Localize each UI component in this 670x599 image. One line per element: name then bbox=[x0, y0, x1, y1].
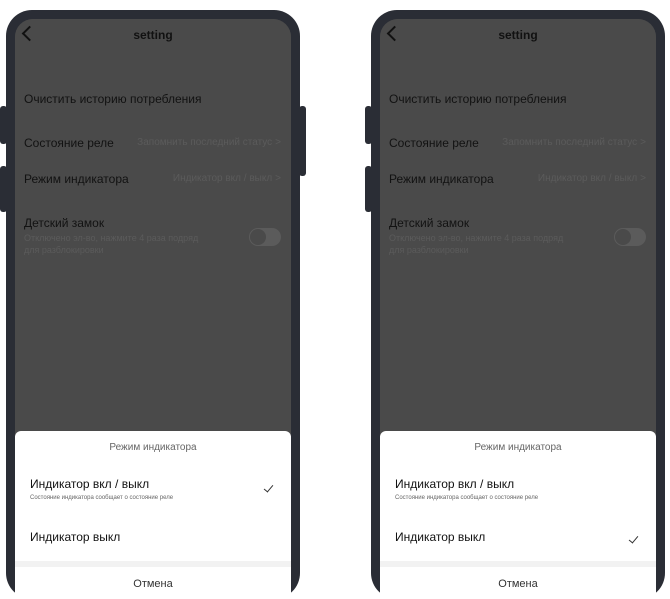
chevron-right-icon: > bbox=[640, 173, 646, 184]
screen: setting Очистить историю потребления Сос… bbox=[380, 19, 656, 599]
side-button bbox=[365, 106, 372, 144]
check-icon bbox=[263, 482, 274, 493]
indicator-mode-item[interactable]: Режим индикатора Индикатор вкл / выкл > bbox=[24, 172, 281, 186]
chevron-right-icon: > bbox=[275, 137, 281, 148]
relay-state-value: Запомнить последний статус > bbox=[137, 137, 281, 148]
divider bbox=[380, 561, 656, 567]
relay-state-value-text: Запомнить последний статус bbox=[502, 137, 638, 148]
relay-state-label: Состояние реле bbox=[389, 136, 479, 150]
child-lock-description-line: Отключено эл-во, нажмите 4 раза подряд bbox=[389, 233, 564, 243]
relay-state-item[interactable]: Состояние реле Запомнить последний стату… bbox=[24, 136, 281, 150]
child-lock-description: Отключено эл-во, нажмите 4 раза подряд д… bbox=[389, 232, 599, 256]
side-button bbox=[365, 166, 372, 212]
page-title: setting bbox=[498, 28, 538, 42]
clear-history-item[interactable]: Очистить историю потребления bbox=[389, 92, 646, 106]
indicator-mode-label: Режим индикатора bbox=[24, 172, 129, 186]
relay-state-item[interactable]: Состояние реле Запомнить последний стату… bbox=[389, 136, 646, 150]
child-lock-label: Детский замок bbox=[389, 216, 470, 230]
indicator-mode-value: Индикатор вкл / выкл > bbox=[173, 173, 281, 184]
toggle-knob bbox=[250, 229, 266, 245]
side-button bbox=[299, 106, 306, 176]
sheet-title: Режим индикатора bbox=[474, 442, 562, 453]
cancel-button[interactable]: Отмена bbox=[15, 578, 291, 590]
relay-state-label: Состояние реле bbox=[24, 136, 114, 150]
child-lock-toggle[interactable] bbox=[249, 228, 281, 246]
clear-history-label: Очистить историю потребления bbox=[24, 92, 202, 106]
top-bar: setting bbox=[15, 19, 291, 53]
child-lock-description-line: Отключено эл-во, нажмите 4 раза подряд bbox=[24, 233, 199, 243]
indicator-mode-label: Режим индикатора bbox=[389, 172, 494, 186]
chevron-right-icon: > bbox=[275, 173, 281, 184]
child-lock-label: Детский замок bbox=[24, 216, 105, 230]
top-bar: setting bbox=[380, 19, 656, 53]
relay-state-value-text: Запомнить последний статус bbox=[137, 137, 273, 148]
indicator-mode-sheet: Режим индикатора Индикатор вкл / выкл Со… bbox=[380, 431, 656, 599]
indicator-mode-value: Индикатор вкл / выкл > bbox=[538, 173, 646, 184]
indicator-mode-sheet: Режим индикатора Индикатор вкл / выкл Со… bbox=[15, 431, 291, 599]
cancel-button[interactable]: Отмена bbox=[380, 578, 656, 590]
option-label: Индикатор выкл bbox=[30, 530, 121, 544]
chevron-right-icon: > bbox=[640, 137, 646, 148]
screen: setting Очистить историю потребления Сос… bbox=[15, 19, 291, 599]
side-button bbox=[0, 106, 7, 144]
option-label: Индикатор вкл / выкл bbox=[395, 477, 515, 491]
clear-history-label: Очистить историю потребления bbox=[389, 92, 567, 106]
indicator-mode-item[interactable]: Режим индикатора Индикатор вкл / выкл > bbox=[389, 172, 646, 186]
side-button bbox=[0, 166, 7, 212]
sheet-title: Режим индикатора bbox=[109, 442, 197, 453]
child-lock-description-line: для разблокировки bbox=[24, 245, 104, 255]
clear-history-item[interactable]: Очистить историю потребления bbox=[24, 92, 281, 106]
indicator-mode-value-text: Индикатор вкл / выкл bbox=[172, 173, 273, 184]
child-lock-toggle[interactable] bbox=[614, 228, 646, 246]
child-lock-description-line: для разблокировки bbox=[389, 245, 469, 255]
option-description: Состояние индикатора сообщает о состояни… bbox=[30, 495, 174, 501]
page-title: setting bbox=[133, 28, 173, 42]
indicator-mode-value-text: Индикатор вкл / выкл bbox=[537, 173, 638, 184]
phone-left: setting Очистить историю потребления Сос… bbox=[0, 10, 306, 599]
toggle-knob bbox=[615, 229, 631, 245]
divider bbox=[15, 561, 291, 567]
relay-state-value: Запомнить последний статус > bbox=[502, 137, 646, 148]
phone-right: setting Очистить историю потребления Сос… bbox=[365, 10, 665, 599]
option-label: Индикатор выкл bbox=[395, 530, 486, 544]
option-label: Индикатор вкл / выкл bbox=[30, 477, 150, 491]
option-description: Состояние индикатора сообщает о состояни… bbox=[395, 495, 539, 501]
child-lock-description: Отключено эл-во, нажмите 4 раза подряд д… bbox=[24, 232, 234, 256]
check-icon bbox=[628, 533, 639, 544]
